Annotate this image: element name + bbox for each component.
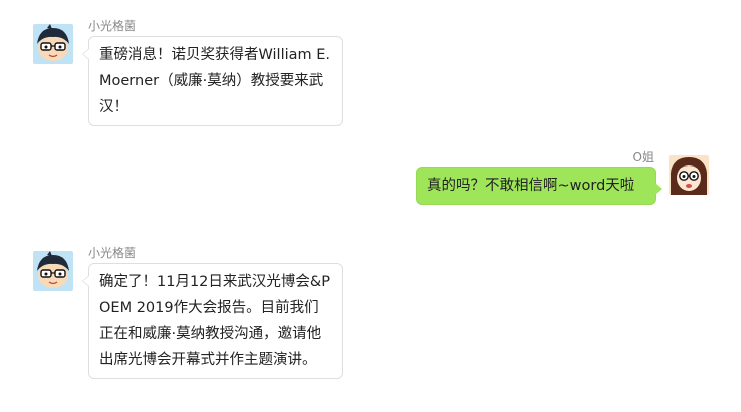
message-bubble[interactable]: 确定了！11月12日来武汉光博会&POEM 2019作大会报告。目前我们正在和威… [82, 263, 343, 379]
message-bubble[interactable]: 重磅消息！诺贝奖获得者William E. Moerner（威廉·莫纳）教授要来… [82, 36, 343, 126]
cartoon-girl-glasses-icon [669, 155, 709, 195]
sender-avatar-boy-icon[interactable] [33, 251, 73, 291]
sender-name: 小光格菌 [88, 246, 137, 260]
sender-name: O姐 [632, 150, 654, 164]
chat-window: 小光格菌 重磅消息！诺贝奖获得者William E. Moerner（威廉·莫纳… [0, 0, 741, 412]
cartoon-boy-glasses-icon [33, 251, 73, 291]
sender-avatar-boy-icon[interactable] [33, 24, 73, 64]
sender-avatar-girl-icon[interactable] [669, 155, 709, 195]
sender-name: 小光格菌 [88, 19, 137, 33]
message-bubble[interactable]: 真的吗？不敢相信啊~word天啦 [416, 167, 662, 205]
cartoon-boy-glasses-icon [33, 24, 73, 64]
